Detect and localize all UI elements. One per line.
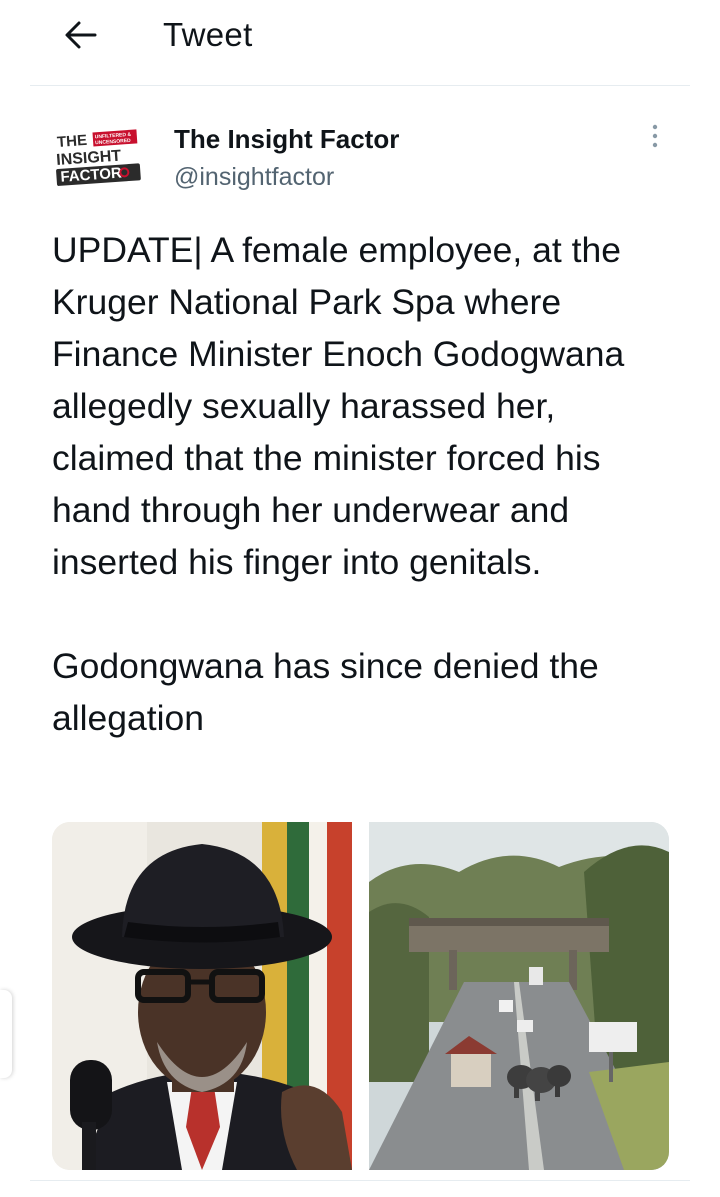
top-bar: Tweet [0, 0, 720, 86]
author-display-name[interactable]: The Insight Factor [174, 124, 399, 155]
back-button[interactable] [58, 14, 104, 60]
header-divider [30, 85, 690, 86]
bottom-divider [30, 1180, 690, 1181]
svg-text:THE: THE [56, 132, 87, 151]
more-options-button[interactable] [640, 122, 670, 154]
tweet-paragraph: Godongwana has since denied the allegati… [52, 646, 599, 738]
svg-text:FACTOR: FACTOR [60, 165, 123, 186]
page-title: Tweet [163, 16, 253, 53]
side-edge-handle[interactable] [0, 990, 12, 1078]
photo-man-in-hat[interactable] [52, 822, 352, 1170]
author-handle[interactable]: @insightfactor [174, 163, 334, 192]
photo-park-gate-elephants[interactable] [369, 822, 669, 1170]
tweet-text: UPDATE| A female employee, at the Kruger… [52, 224, 672, 744]
more-vertical-icon [651, 123, 659, 154]
author-avatar[interactable]: THE UNFILTERED & UNCENSORED INSIGHT FACT… [52, 122, 148, 186]
tweet-paragraph: UPDATE| A female employee, at the Kruger… [52, 230, 625, 582]
tweet-media-grid [52, 822, 669, 1170]
arrow-left-icon [64, 20, 98, 55]
svg-text:UNCENSORED: UNCENSORED [95, 138, 131, 146]
